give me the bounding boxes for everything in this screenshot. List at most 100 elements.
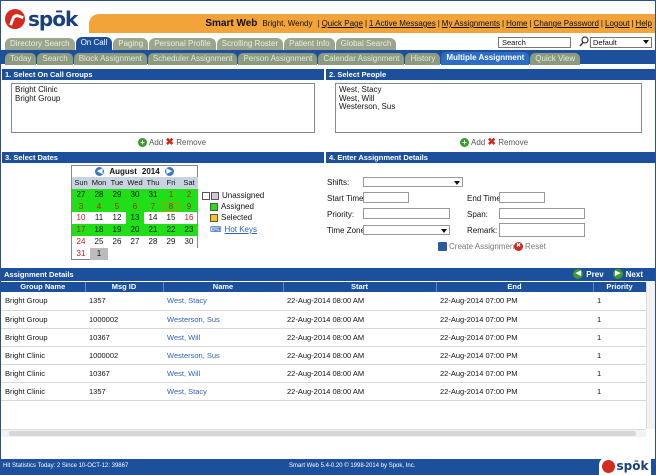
calendar-day[interactable]: 20 [126,224,144,236]
table-row[interactable]: Bright Clinic 10367 West, Will 22-Aug-2014 … [1,364,646,383]
tab-on-call[interactable]: On Call [75,37,113,50]
span-input[interactable] [499,208,585,219]
link-change-password[interactable]: Change Password [534,19,599,28]
link-active-messages[interactable]: 1 Active Messages [369,19,436,28]
tab-history[interactable]: History [405,53,441,65]
tab-person-assignment[interactable]: Person Assignment [238,53,318,65]
calendar-day[interactable]: 28 [90,188,108,201]
add-person-button[interactable]: Add [471,138,485,147]
calendar-day[interactable]: 3 [72,200,90,213]
link-logout[interactable]: Logout [605,19,629,28]
tab-block-assignment[interactable]: Block Assignment [73,53,147,65]
calendar-day[interactable]: 31 [144,188,162,201]
calendar-day[interactable]: 2 [180,188,198,201]
tab-personal-profile[interactable]: Personal Profile [149,38,216,50]
tab-calendar-assignment[interactable]: Calendar Assignment [318,53,405,65]
calendar-day[interactable]: 28 [144,236,162,248]
search-icon[interactable] [579,36,589,48]
prev-month-icon[interactable]: ◀ [95,167,105,176]
time-zone-select[interactable] [363,225,450,235]
tab-directory-search[interactable]: Directory Search [5,38,75,50]
calendar-day[interactable]: 17 [72,224,90,236]
link-quick-page[interactable]: Quick Page [322,19,363,28]
reset-button[interactable]: ✖ Reset [514,242,546,251]
person-link[interactable]: West, Stacy [163,382,283,401]
tab-quick-view[interactable]: Quick View [530,53,581,65]
link-help[interactable]: Help [636,19,652,28]
remove-person-button[interactable]: Remove [498,138,528,147]
link-my-assignments[interactable]: My Assignments [442,19,500,28]
calendar-day[interactable]: 25 [90,236,108,248]
calendar-day[interactable]: 18 [90,224,108,236]
calendar-day[interactable]: 12 [108,212,126,224]
person-link[interactable]: Westerson, Sus [163,310,283,329]
column-header[interactable]: Msg ID [85,282,164,292]
next-icon[interactable]: ▶ [612,269,623,279]
scrollbar-thumb[interactable] [9,431,636,436]
table-row[interactable]: Bright Clinic 1357 West, Stacy 22-Aug-2014 … [1,382,646,401]
calendar-day[interactable]: 11 [90,212,108,224]
table-row[interactable]: Bright Clinic 1000002 Westerson, Sus 22-Aug… [1,346,646,365]
list-item[interactable]: Bright Group [15,94,311,104]
tab-paging[interactable]: Paging [113,38,149,50]
calendar-day[interactable]: 10 [72,212,90,224]
calendar-day[interactable]: 7 [144,200,162,213]
next-month-icon[interactable]: ▶ [164,167,174,176]
column-header[interactable]: Name [163,282,284,292]
table-row[interactable]: Bright Group 1000002 Westerson, Sus 22-Aug-… [1,310,646,329]
calendar-day[interactable]: 27 [72,188,90,201]
column-header[interactable]: Group Name [1,282,86,292]
create-assignment-button[interactable]: Create Assignment [438,242,517,251]
table-row[interactable]: Bright Group 10367 West, Will 22-Aug-2014 0… [1,328,646,347]
next-button[interactable]: Next [626,270,643,279]
column-header[interactable]: Priority [593,282,647,292]
start-time-input[interactable] [363,192,409,203]
calendar-day[interactable]: 1 [162,188,180,201]
calendar-day[interactable]: 16 [180,212,198,224]
calendar-day[interactable]: 29 [162,236,180,248]
people-listbox[interactable]: West, Stacy West, Will Westerson, Sus [335,83,642,133]
calendar-day[interactable]: 22 [162,224,180,236]
shifts-select[interactable] [363,177,463,187]
calendar-day[interactable]: 6 [126,200,144,213]
calendar-day[interactable]: 8 [162,200,180,213]
calendar-day[interactable]: 5 [108,200,126,213]
end-time-input[interactable] [499,192,545,203]
calendar-day[interactable]: 19 [108,224,126,236]
calendar-day[interactable]: 14 [144,212,162,224]
calendar-day[interactable]: 30 [180,236,198,248]
person-link[interactable]: West, Stacy [163,292,283,311]
calendar-day[interactable]: 13 [126,212,144,225]
add-group-button[interactable]: Add [149,138,163,147]
prev-button[interactable]: Prev [586,270,603,279]
hot-keys-link[interactable]: ⌨ Hot Keys [210,225,257,234]
priority-input[interactable] [363,208,450,219]
tab-search[interactable]: Search [37,53,73,65]
calendar-day[interactable]: 4 [90,200,108,213]
tab-scheduler-assignment[interactable]: Scheduler Assignment [147,53,238,65]
calendar-day[interactable]: 27 [126,236,144,248]
person-link[interactable]: West, Will [163,364,283,383]
prev-icon[interactable]: ◀ [573,269,584,279]
list-item[interactable]: Westerson, Sus [339,102,638,112]
calendar-day[interactable]: 23 [180,224,198,236]
remove-group-button[interactable]: Remove [176,138,206,147]
calendar-day[interactable]: 30 [126,188,144,201]
tab-patient-info[interactable]: Patient Info [284,38,335,50]
tab-today[interactable]: Today [5,53,37,65]
calendar-day[interactable]: 26 [108,236,126,248]
link-home[interactable]: Home [506,19,527,28]
calendar-day[interactable]: 1 [90,247,108,260]
calendar-day[interactable]: 29 [108,188,126,201]
horizontal-scrollbar[interactable] [1,429,646,437]
column-header[interactable]: End [436,282,594,292]
calendar-day[interactable]: 15 [162,212,180,224]
person-link[interactable]: Westerson, Sus [163,346,283,365]
groups-listbox[interactable]: Bright Clinic Bright Group [11,83,315,133]
list-item[interactable]: West, Stacy [339,85,638,95]
search-input[interactable]: Search [498,37,571,48]
column-header[interactable]: Start [283,282,437,292]
tab-multiple-assignment[interactable]: Multiple Assignment [441,52,530,65]
calendar-day[interactable]: 31 [72,248,90,260]
search-scope-select[interactable]: Default [590,37,652,48]
